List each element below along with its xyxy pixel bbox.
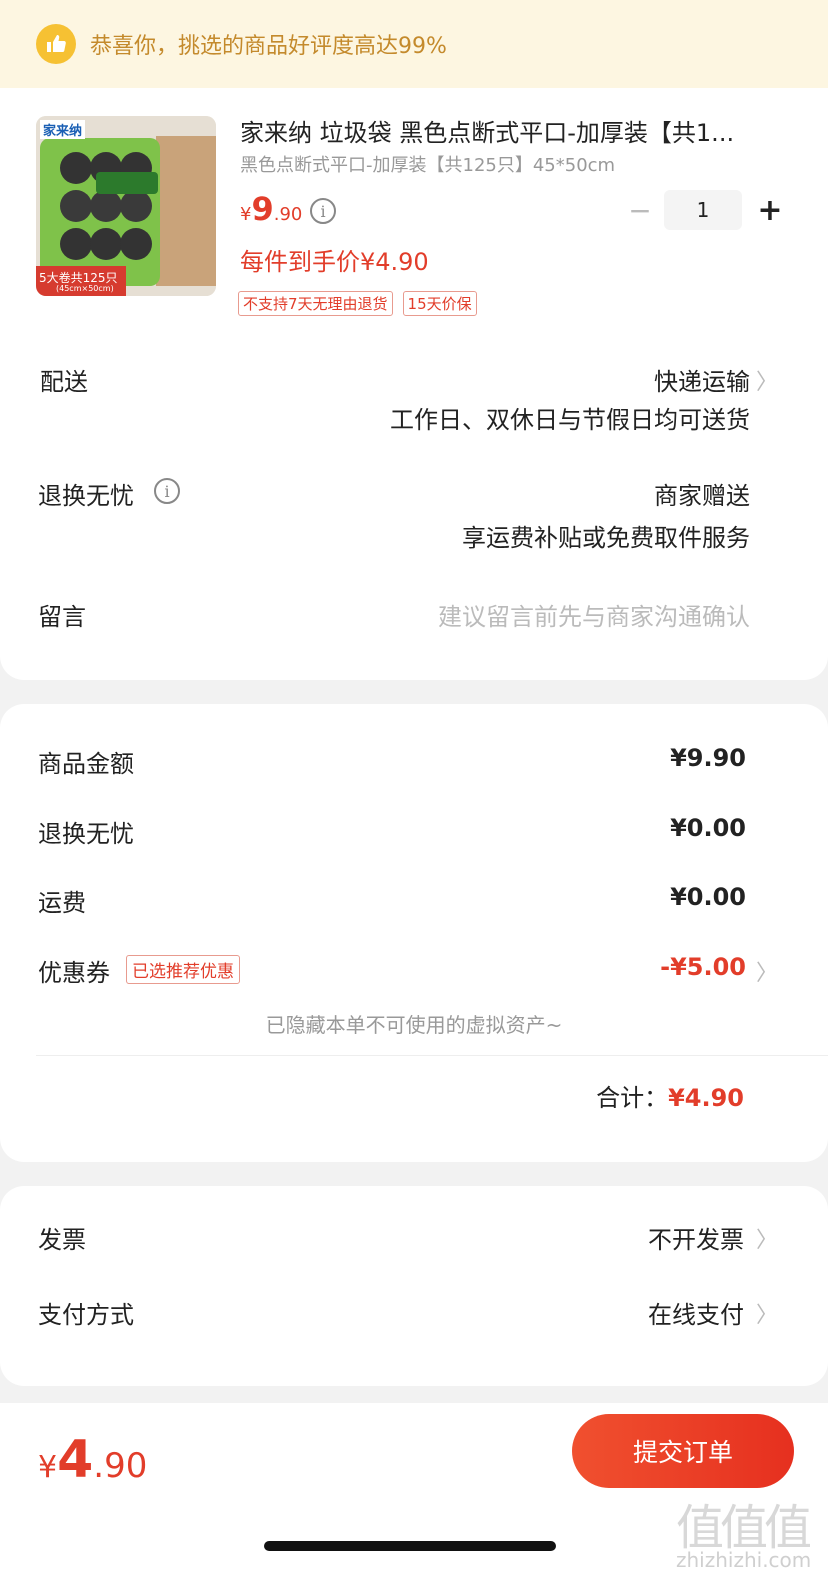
- returns-label: 退换无忧: [38, 482, 134, 510]
- message-input[interactable]: 建议留言前先与商家沟通确认: [438, 597, 750, 632]
- goods-amount-label: 商品金额: [38, 750, 134, 778]
- unit-price: 每件到手价¥4.90: [240, 248, 429, 276]
- delivery-label: 配送: [40, 368, 88, 396]
- chevron-right-icon[interactable]: 〉: [756, 1222, 778, 1254]
- thumbs-up-icon: [36, 24, 76, 64]
- home-indicator[interactable]: [264, 1541, 556, 1551]
- decrease-button[interactable]: −: [626, 194, 654, 227]
- shipping-label: 运费: [38, 889, 86, 917]
- delivery-sub: 工作日、双休日与节假日均可送货: [390, 406, 750, 434]
- message-label: 留言: [38, 603, 86, 631]
- invoice-label: 发票: [38, 1226, 86, 1254]
- returns-fee-label: 退换无忧: [38, 820, 134, 848]
- coupon-value[interactable]: -¥5.00: [660, 953, 746, 981]
- delivery-value[interactable]: 快递运输: [654, 362, 750, 397]
- hidden-assets-note[interactable]: 已隐藏本单不可使用的虚拟资产~: [0, 1009, 828, 1038]
- coupon-recommended-badge: 已选推荐优惠: [126, 955, 240, 984]
- goods-amount-value: ¥9.90: [670, 744, 746, 772]
- shipping-value: ¥0.00: [670, 883, 746, 911]
- returns-value: 商家赠送: [654, 482, 750, 510]
- image-brand-label: 家来纳: [40, 120, 86, 139]
- payment-value[interactable]: 在线支付: [648, 1295, 744, 1330]
- product-title[interactable]: 家来纳 垃圾袋 黑色点断式平口-加厚装【共1...: [240, 113, 790, 148]
- total-price: ¥ 4 .90: [38, 1430, 147, 1490]
- total-currency: ¥: [38, 1450, 58, 1485]
- payment-label: 支付方式: [38, 1301, 134, 1329]
- subtotal-label: 合计：: [596, 1084, 669, 1112]
- chevron-right-icon[interactable]: 〉: [756, 955, 778, 987]
- invoice-payment-card: [0, 1186, 828, 1386]
- price-currency: ¥: [240, 204, 252, 225]
- subtotal: 合计：¥4.90: [596, 1078, 744, 1113]
- returns-info-icon[interactable]: i: [154, 478, 180, 504]
- banner-text: 恭喜你，挑选的商品好评度高达99%: [90, 34, 447, 59]
- total-integer: 4: [57, 1430, 94, 1490]
- product-image[interactable]: 家来纳 5大卷共125只 (45cm×50cm): [36, 116, 216, 296]
- image-size-label: (45cm×50cm): [56, 284, 114, 293]
- price-decimal: .90: [273, 204, 303, 225]
- quantity-input[interactable]: 1: [664, 190, 742, 230]
- chevron-right-icon[interactable]: 〉: [756, 364, 778, 396]
- subtotal-value: ¥4.90: [668, 1084, 744, 1112]
- increase-button[interactable]: +: [756, 193, 784, 228]
- returns-fee-value: ¥0.00: [670, 814, 746, 842]
- price-info-icon[interactable]: i: [310, 198, 336, 224]
- praise-banner: 恭喜你，挑选的商品好评度高达99%: [0, 0, 828, 88]
- total-decimal: .90: [93, 1446, 148, 1486]
- price-integer: 9: [251, 190, 274, 228]
- product-tags: 不支持7天无理由退货 15天价保: [238, 291, 477, 316]
- tag-price-protect: 15天价保: [402, 291, 477, 316]
- product-spec: 黑色点断式平口-加厚装【共125只】45*50cm: [240, 155, 616, 176]
- invoice-value[interactable]: 不开发票: [648, 1220, 744, 1255]
- tag-no-return: 不支持7天无理由退货: [238, 291, 393, 316]
- submit-order-button[interactable]: 提交订单: [572, 1414, 794, 1488]
- returns-sub: 享运费补贴或免费取件服务: [462, 524, 750, 552]
- coupon-label: 优惠券: [38, 959, 110, 987]
- divider: [36, 1055, 828, 1056]
- quantity-stepper: − 1 +: [626, 190, 784, 230]
- product-price: ¥ 9 .90: [240, 190, 302, 228]
- chevron-right-icon[interactable]: 〉: [756, 1297, 778, 1329]
- watermark-site: zhizhizhi.com: [676, 1548, 812, 1572]
